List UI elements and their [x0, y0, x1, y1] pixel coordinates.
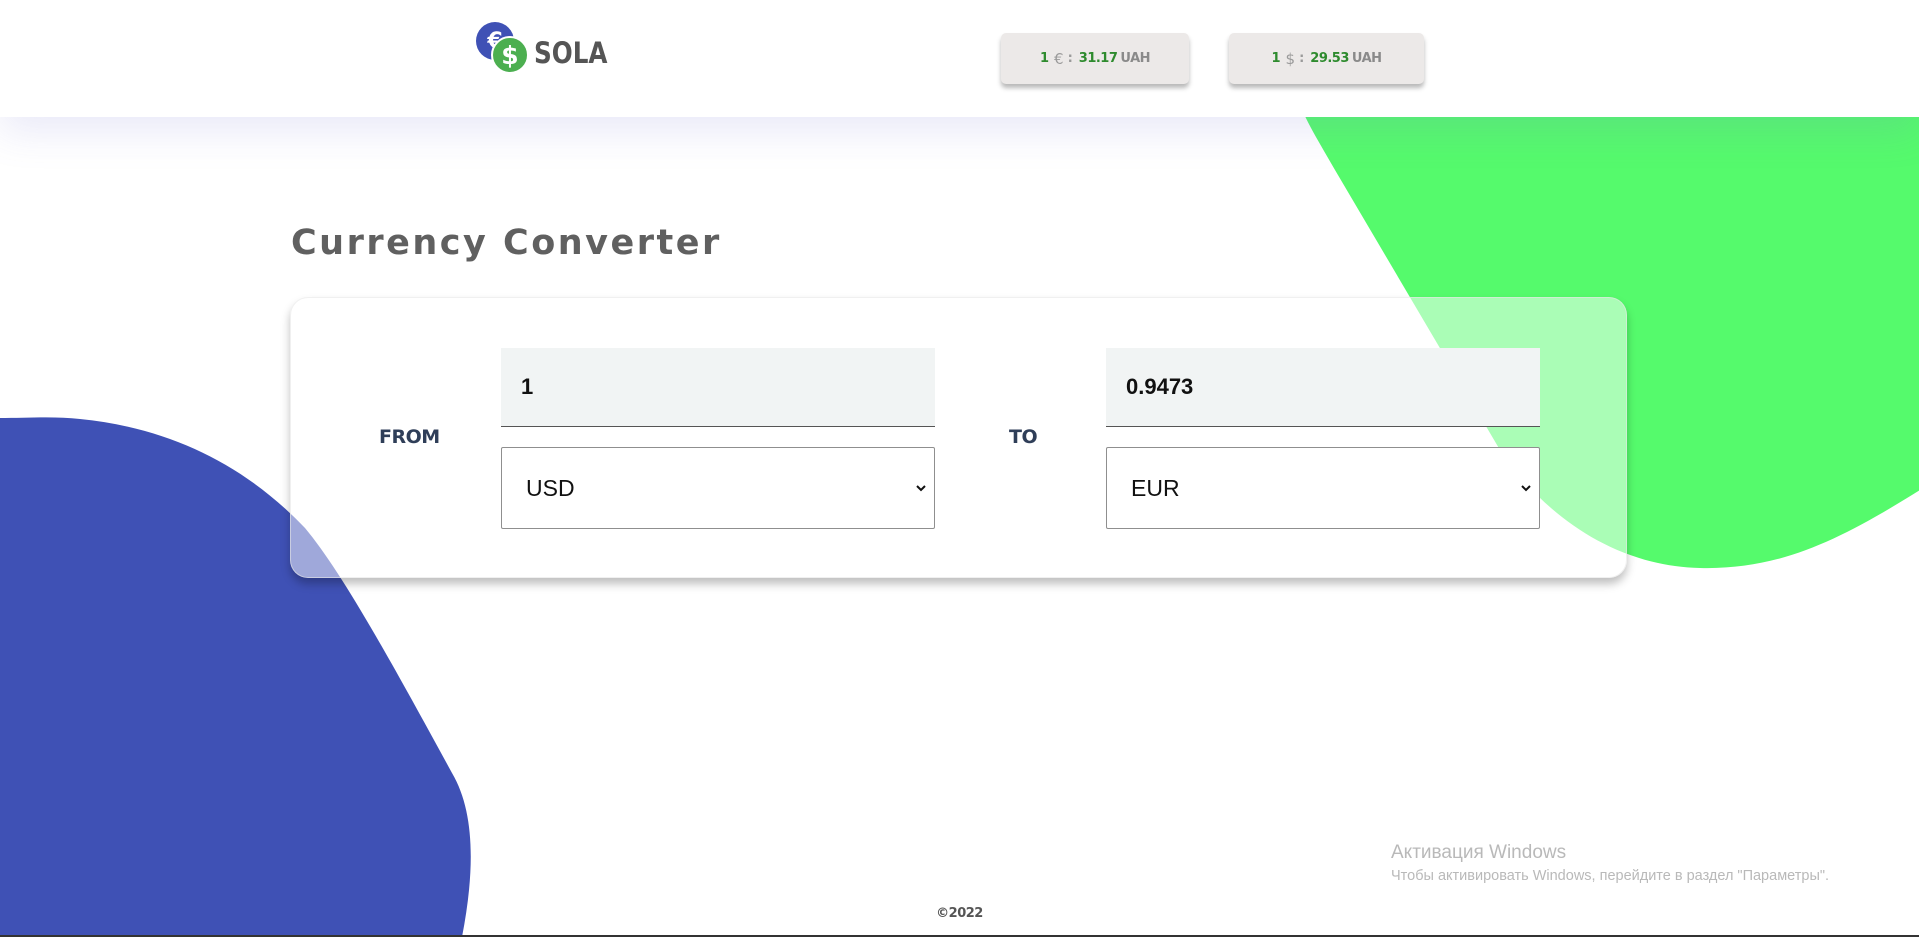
converter-card — [290, 297, 1627, 578]
chevron-down-icon — [1521, 485, 1531, 492]
watermark-subtitle: Чтобы активировать Windows, перейдите в … — [1391, 868, 1830, 884]
to-currency-value: EUR — [1131, 474, 1180, 501]
logo[interactable]: € $ SOLA — [476, 22, 616, 78]
rate-currency: UAH — [1351, 51, 1382, 66]
to-amount-input[interactable] — [1106, 348, 1540, 427]
logo-text: SOLA — [534, 36, 608, 70]
euro-symbol-icon: € — [1054, 49, 1064, 68]
windows-activation-watermark: Активация Windows Чтобы активировать Win… — [1391, 842, 1829, 884]
page-title: Currency Converter — [291, 223, 722, 263]
rate-amount: 1 — [1271, 51, 1281, 66]
top-header: € $ SOLA — [0, 0, 1919, 117]
footer-copyright: ©2022 — [936, 906, 983, 921]
from-currency-select[interactable]: USD — [501, 447, 935, 529]
from-currency-value: USD — [526, 474, 575, 501]
app-root: € $ SOLA 1 € : 31.17 UAH 1 $ : 29.53 UAH… — [0, 0, 1919, 937]
rate-value: 31.17 — [1078, 51, 1118, 66]
watermark-title: Активация Windows — [1391, 842, 1567, 863]
from-label: FROM — [379, 426, 440, 448]
to-currency-select[interactable]: EUR — [1106, 447, 1540, 529]
rate-currency: UAH — [1120, 51, 1151, 66]
chevron-down-icon — [916, 485, 926, 492]
dollar-coin-icon: $ — [491, 36, 529, 74]
from-amount-input[interactable] — [501, 348, 935, 427]
rate-amount: 1 — [1039, 51, 1050, 66]
rate-value: 29.53 — [1310, 51, 1349, 66]
to-label: TO — [1009, 426, 1038, 448]
dollar-symbol-icon: $ — [1285, 49, 1296, 68]
usd-rate-badge: 1 $ : 29.53 UAH — [1229, 33, 1424, 84]
eur-rate-badge: 1 € : 31.17 UAH — [1001, 33, 1189, 84]
